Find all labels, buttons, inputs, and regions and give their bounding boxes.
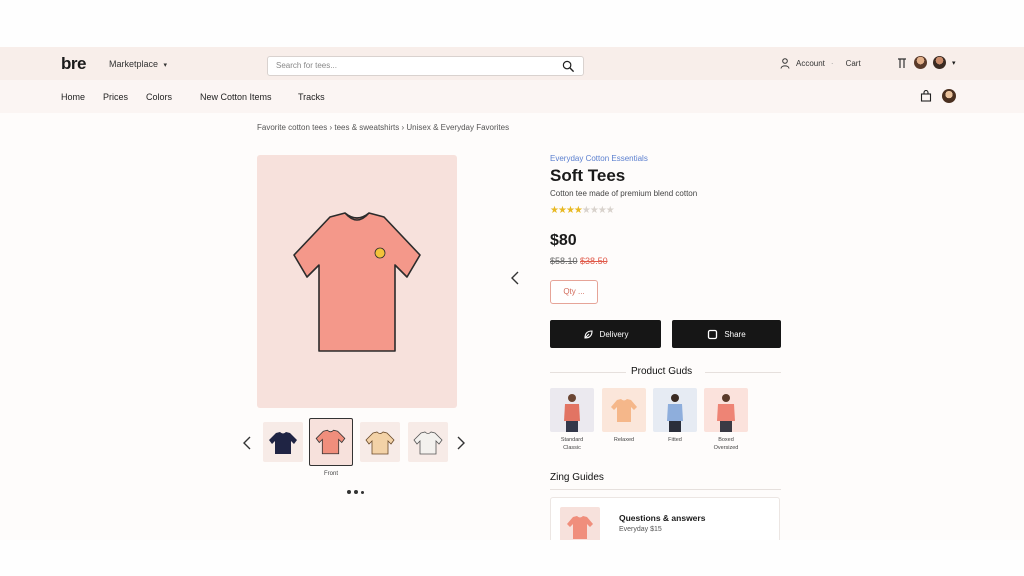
delivery-button-label: Delivery <box>599 329 629 339</box>
square-icon <box>708 329 718 339</box>
guide-label: Fitted <box>668 437 682 443</box>
bag-icon[interactable] <box>920 90 932 102</box>
star-icon: ★ <box>550 205 559 216</box>
top-bar <box>0 0 1024 47</box>
separator-dot: · <box>830 59 834 68</box>
divider <box>550 489 781 490</box>
sale-price: $38.50 <box>580 256 608 266</box>
guide-label: Boxed <box>718 437 734 443</box>
guide-item-standard[interactable]: Standard Classic <box>550 388 594 452</box>
thumbnail-strip <box>240 418 470 468</box>
guide-item-fitted[interactable]: Fitted <box>653 388 697 444</box>
person-icon <box>564 394 580 432</box>
account-link[interactable]: Account <box>796 59 825 68</box>
nav-item-prices[interactable]: Prices <box>103 92 128 102</box>
carousel-dot[interactable] <box>361 490 364 494</box>
thumbnail-coral[interactable] <box>309 418 353 466</box>
tshirt-icon <box>413 431 443 455</box>
account-area: Account · Cart <box>780 58 861 69</box>
was-price: $58.10 <box>550 256 578 266</box>
tshirt-icon <box>315 429 346 455</box>
product-guides-title: Product Guds <box>631 366 693 377</box>
quantity-button[interactable]: Qty ... <box>550 280 598 304</box>
carousel-dots[interactable] <box>347 490 364 494</box>
nav-item-home[interactable]: Home <box>61 92 85 102</box>
card-subtitle: Everyday $15 <box>619 526 662 533</box>
leaf-icon <box>583 329 593 339</box>
guide-sublabel: Oversized <box>713 445 739 451</box>
nav-item-tracks[interactable]: Tracks <box>298 92 325 102</box>
thumbnail-caption: Front <box>324 471 339 477</box>
guide-item-relaxed[interactable]: Relaxed <box>602 388 646 444</box>
model-image <box>602 388 646 432</box>
model-image <box>653 388 697 432</box>
chevron-left-icon[interactable] <box>242 435 252 451</box>
search-input[interactable]: Search for tees... <box>267 56 584 76</box>
person-icon <box>717 394 735 432</box>
search-icon[interactable] <box>562 60 575 73</box>
card-title: Questions & answers <box>619 513 706 523</box>
marketplace-label: Marketplace <box>109 59 159 69</box>
divider <box>705 372 781 373</box>
profile-avatar[interactable] <box>942 89 956 103</box>
chevron-right-icon[interactable] <box>456 435 466 451</box>
nav-actions <box>920 89 956 103</box>
nav-item-colors[interactable]: Colors <box>146 92 172 102</box>
product-price: $80 <box>550 232 577 249</box>
star-icon: ★ <box>573 205 583 216</box>
star-icon: ★ <box>557 205 567 216</box>
thumbnail-cream[interactable] <box>360 422 400 462</box>
star-icon: ★ <box>581 205 591 216</box>
chevron-down-icon: ▾ <box>163 62 168 69</box>
guide-item-boxed[interactable]: Boxed Oversized <box>704 388 748 452</box>
guide-label: Relaxed <box>613 437 635 443</box>
rating-stars: ★★★★★★★★ <box>550 205 615 216</box>
user-icon[interactable] <box>780 58 790 69</box>
tshirt-image <box>293 212 421 352</box>
marketplace-menu[interactable]: Marketplace ▾ <box>109 59 167 69</box>
thumbnail-white[interactable] <box>408 422 448 462</box>
tshirt-icon <box>611 399 637 422</box>
guide-sublabel: Classic <box>563 445 581 451</box>
logo[interactable]: bre <box>61 54 86 74</box>
chevron-left-icon[interactable] <box>509 270 521 286</box>
bottom-bar <box>0 540 1024 576</box>
carousel-dot[interactable] <box>354 490 358 494</box>
header-icons: ▾ <box>896 56 956 69</box>
carousel-dot[interactable] <box>347 490 351 494</box>
product-title: Soft Tees <box>550 166 626 185</box>
avatar[interactable] <box>914 56 927 69</box>
star-icon: ★ <box>597 205 607 216</box>
size-guides-title: Zing Guides <box>550 472 604 483</box>
hanger-icon[interactable] <box>896 57 908 69</box>
thumbnail-navy[interactable] <box>263 422 303 462</box>
product-category[interactable]: Everyday Cotton Essentials <box>550 154 648 163</box>
delivery-button[interactable]: Delivery <box>550 320 661 348</box>
page: bre Marketplace ▾ Search for tees... Acc… <box>0 0 1024 576</box>
nav-item-new-items[interactable]: New Cotton Items <box>200 92 272 102</box>
cart-link[interactable]: Cart <box>846 59 861 68</box>
tshirt-icon <box>269 432 297 454</box>
product-main-image[interactable] <box>257 155 457 408</box>
share-button[interactable]: Share <box>672 320 781 348</box>
share-button-label: Share <box>724 329 746 339</box>
main-nav: Home Prices Colors New Cotton Items Trac… <box>0 80 1024 113</box>
model-image <box>550 388 594 432</box>
tshirt-icon <box>365 431 395 455</box>
star-icon: ★ <box>589 205 599 216</box>
avatar-secondary[interactable] <box>933 56 946 69</box>
guide-label: Standard <box>560 437 584 443</box>
star-icon: ★ <box>565 205 575 216</box>
breadcrumb[interactable]: Favorite cotton tees › tees & sweatshirt… <box>257 123 509 132</box>
chevron-down-icon[interactable]: ▾ <box>952 59 956 67</box>
star-icon: ★ <box>605 205 615 216</box>
search-placeholder: Search for tees... <box>276 61 337 70</box>
divider <box>550 372 626 373</box>
original-price: $58.10 $38.50 <box>550 256 608 266</box>
person-icon <box>667 394 683 432</box>
product-subtitle: Cotton tee made of premium blend cotton <box>550 189 698 198</box>
header: bre Marketplace ▾ Search for tees... Acc… <box>0 47 1024 80</box>
model-image <box>704 388 748 432</box>
